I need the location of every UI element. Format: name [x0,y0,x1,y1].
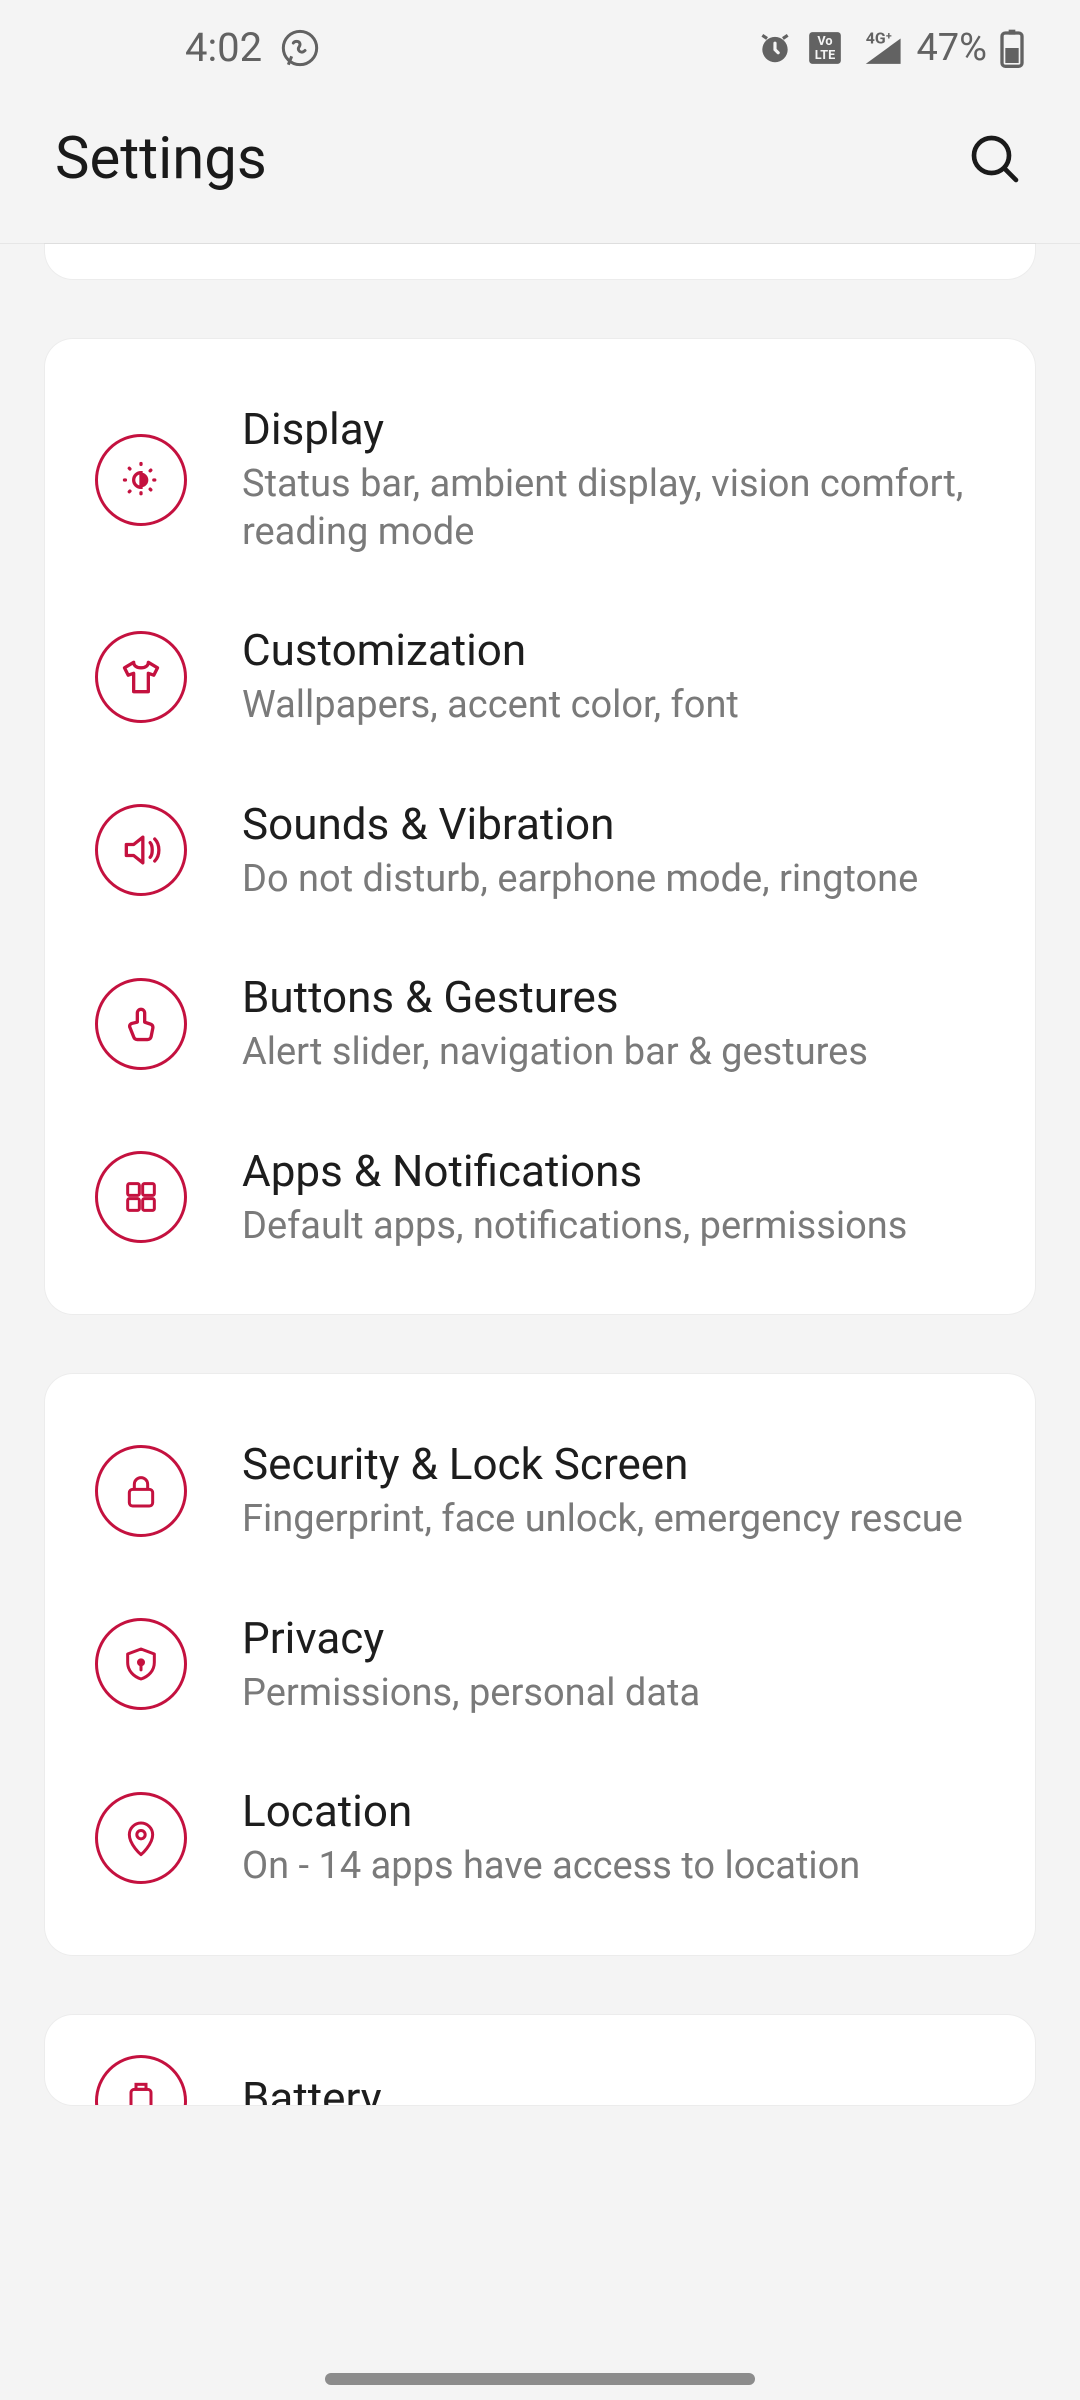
page-title: Settings [55,125,267,193]
settings-item-subtitle: Do not disturb, earphone mode, ringtone [242,856,985,904]
settings-item-title: Sounds & Vibration [242,798,985,850]
whatsapp-icon [280,28,320,68]
settings-item-location[interactable]: Location On - 14 apps have access to loc… [45,1751,1035,1925]
apps-grid-icon [95,1151,187,1243]
location-pin-icon [95,1792,187,1884]
shield-icon [95,1618,187,1710]
status-bar: 4:02 VoLTE 4G⁺ 47% [0,0,1080,95]
speaker-icon [95,804,187,896]
settings-item-title: Display [242,403,985,455]
settings-item-title: Battery [242,2072,985,2105]
touch-icon [95,978,187,1070]
settings-item-title: Location [242,1785,985,1837]
settings-item-buttons[interactable]: Buttons & Gestures Alert slider, navigat… [45,937,1035,1111]
app-header: Settings [0,95,1080,244]
settings-item-security[interactable]: Security & Lock Screen Fingerprint, face… [45,1404,1035,1578]
settings-item-subtitle: Status bar, ambient display, vision comf… [242,461,985,556]
search-button[interactable] [965,129,1025,189]
settings-item-sounds[interactable]: Sounds & Vibration Do not disturb, earph… [45,764,1035,938]
settings-item-display[interactable]: Display Status bar, ambient display, vis… [45,369,1035,590]
settings-item-privacy[interactable]: Privacy Permissions, personal data [45,1578,1035,1752]
settings-item-title: Buttons & Gestures [242,971,985,1023]
settings-group-display: Display Status bar, ambient display, vis… [45,339,1035,1314]
status-left: 4:02 [185,24,320,71]
settings-item-title: Privacy [242,1612,985,1664]
status-time: 4:02 [185,24,262,71]
shirt-icon [95,631,187,723]
svg-text:LTE: LTE [815,48,835,63]
settings-item-title: Customization [242,624,985,676]
volte-icon: VoLTE [806,29,844,67]
settings-item-battery[interactable]: Battery [45,2035,1035,2105]
battery-icon [999,28,1025,68]
battery-percent: 47% [916,26,987,70]
settings-group-battery: Battery [45,2015,1035,2105]
settings-item-title: Security & Lock Screen [242,1438,985,1490]
settings-item-subtitle: Fingerprint, face unlock, emergency resc… [242,1496,985,1544]
svg-text:4G⁺: 4G⁺ [866,29,892,47]
brightness-icon [95,434,187,526]
signal-4g-icon: 4G⁺ [856,29,904,67]
settings-item-subtitle: Wallpapers, accent color, font [242,682,985,730]
alarm-icon [756,29,794,67]
nav-handle[interactable] [325,2373,755,2385]
settings-item-customization[interactable]: Customization Wallpapers, accent color, … [45,590,1035,764]
settings-group-security: Security & Lock Screen Fingerprint, face… [45,1374,1035,1955]
battery-item-icon [95,2055,187,2105]
settings-item-subtitle: Default apps, notifications, permissions [242,1203,985,1251]
lock-icon [95,1445,187,1537]
settings-item-subtitle: On - 14 apps have access to location [242,1843,985,1891]
settings-item-apps[interactable]: Apps & Notifications Default apps, notif… [45,1111,1035,1285]
settings-item-subtitle: Alert slider, navigation bar & gestures [242,1029,985,1077]
settings-item-title: Apps & Notifications [242,1145,985,1197]
previous-group-card [45,244,1035,279]
search-icon [967,131,1023,187]
svg-text:Vo: Vo [818,33,833,48]
status-right: VoLTE 4G⁺ 47% [756,26,1025,70]
settings-item-subtitle: Permissions, personal data [242,1670,985,1718]
